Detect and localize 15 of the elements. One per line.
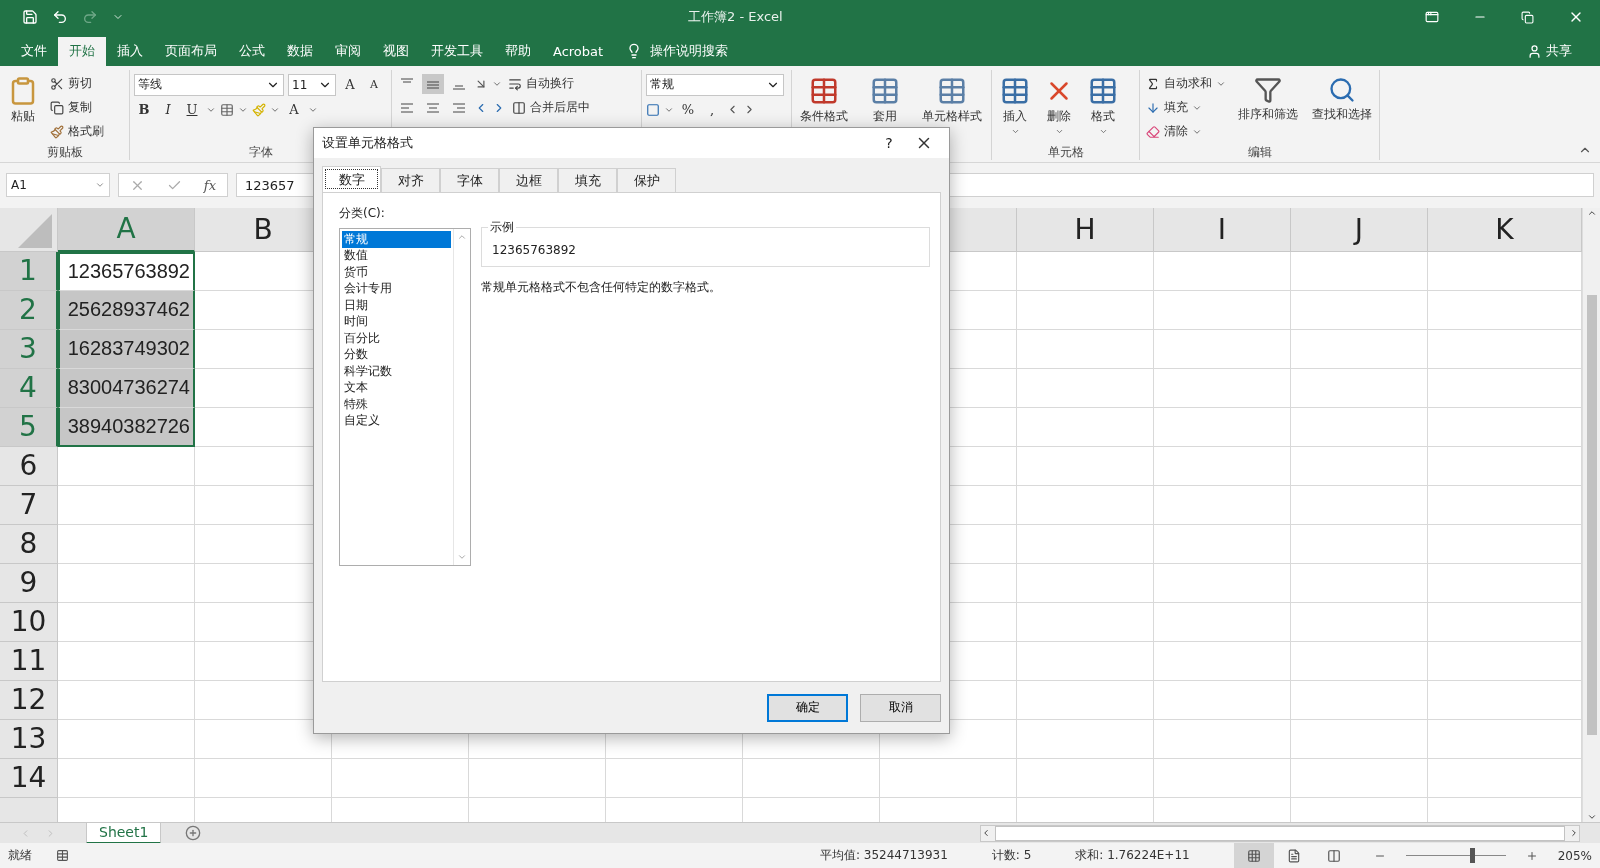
group-label: 字体: [248, 143, 273, 160]
group-label: 编辑: [1247, 143, 1272, 160]
sample-label: 示例: [488, 219, 516, 236]
sample-value: 12365763892: [492, 243, 576, 257]
group-label: 剪贴板: [46, 143, 83, 160]
sum-readout: 求和: 1.76224E+11: [1075, 847, 1190, 864]
window-title: 工作簿2 - Excel: [688, 8, 784, 27]
status-text: 就绪: [8, 847, 32, 864]
format-description: 常规单元格格式不包含任何特定的数字格式。: [481, 279, 722, 296]
zoom-readout: 205%: [1557, 848, 1592, 863]
average-readout: 平均值: 35244713931: [819, 847, 948, 864]
count-readout: 计数: 5: [991, 847, 1032, 864]
group-label: 单元格: [1047, 143, 1084, 160]
dialog-title: 设置单元格格式: [322, 134, 414, 152]
category-label: 分类(C):: [339, 205, 386, 222]
